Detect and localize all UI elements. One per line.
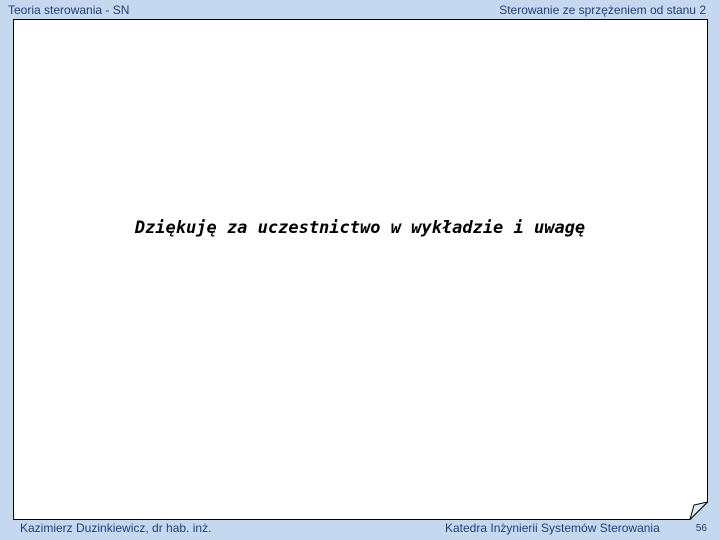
lecture-title: Sterowanie ze sprzężeniem od stanu 2 — [499, 3, 706, 17]
presentation-title: Teoria sterowania - SN — [8, 3, 130, 17]
page-sheet — [13, 19, 708, 520]
department-name: Katedra Inżynierii Systemów Sterowania — [445, 521, 660, 535]
slide: Teoria sterowania - SN Sterowanie ze spr… — [0, 0, 720, 540]
page-number: 56 — [695, 523, 707, 534]
thank-you-message: Dziękuję za uczestnictwo w wykładzie i u… — [134, 218, 586, 238]
author-name: Kazimierz Duzinkiewicz, dr hab. inż. — [20, 521, 212, 535]
sheet-body — [13, 19, 708, 520]
page-sheet-graphic — [13, 19, 708, 520]
